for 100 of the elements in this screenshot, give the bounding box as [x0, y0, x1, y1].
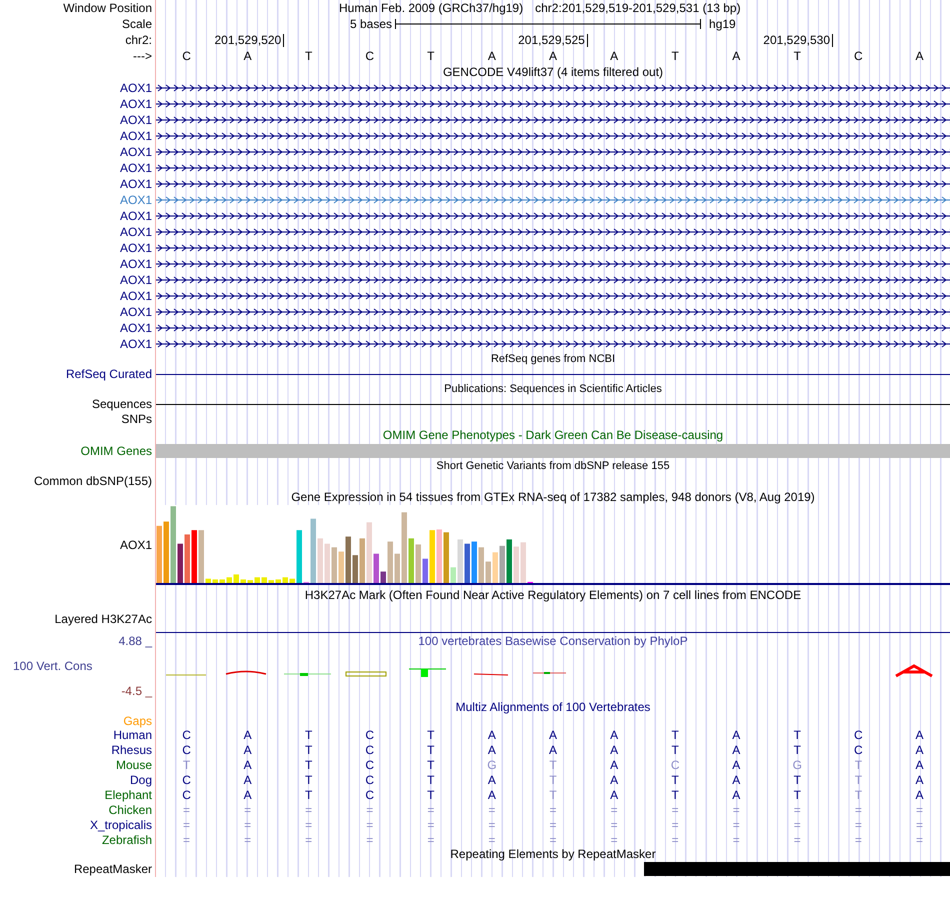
gene-label[interactable]: AOX1 [120, 98, 152, 110]
aligned-base: A [244, 744, 252, 756]
expression-bar [310, 518, 316, 583]
axis-max-label: 4.88 _ [118, 635, 152, 647]
aligned-base: T [671, 788, 679, 800]
gene-label[interactable]: AOX1 [120, 210, 152, 222]
aligned-base: = [488, 818, 496, 830]
track-label[interactable]: OMIM Genes [80, 444, 152, 456]
aligned-base: = [366, 834, 374, 846]
track-title: Repeating Elements by RepeatMasker [450, 848, 656, 860]
expression-bar [422, 558, 428, 583]
expression-bar [500, 546, 505, 583]
gene-label[interactable]: AOX1 [120, 162, 152, 174]
track-label[interactable]: Layered H3K27Ac [54, 613, 152, 625]
aligned-base: A [488, 728, 496, 740]
aligned-base: C [854, 744, 863, 756]
aligned-base: A [244, 788, 252, 800]
aligned-base: = [305, 804, 312, 816]
expression-bar [254, 577, 260, 583]
aligned-base: T [671, 774, 679, 786]
aligned-base: T [427, 728, 434, 740]
aligned-base: = [610, 818, 618, 830]
aligned-base: = [794, 834, 801, 846]
gene-label[interactable]: AOX1 [120, 258, 152, 270]
expression-bar [206, 578, 211, 583]
expression-bar [324, 544, 330, 583]
aligned-base: = [794, 818, 801, 830]
expression-bar [472, 542, 477, 583]
reference-base: A [244, 50, 252, 62]
aligned-base: C [182, 744, 191, 756]
strand-label[interactable]: ---> [133, 50, 152, 62]
expression-bar [492, 552, 498, 583]
axis-min-label: -4.5 _ [121, 685, 152, 697]
gene-label[interactable]: AOX1 [120, 130, 152, 142]
aligned-base: T [794, 774, 801, 786]
track-title: Gene Expression in 54 tissues from GTEx RNA-seq of 17382 samples, 948 donors (V8, Aug 2019) [291, 490, 815, 502]
species-label[interactable]: Mouse [116, 758, 152, 770]
track-label[interactable]: Common dbSNP(155) [34, 475, 152, 487]
aligned-base: T [305, 774, 312, 786]
aligned-base: = [794, 804, 801, 816]
coordinate-label: 201,529,530 [763, 34, 834, 46]
track-label[interactable]: 100 Vert. Cons [0, 660, 92, 672]
expression-bar [346, 536, 351, 583]
species-label[interactable]: Zebrafish [102, 834, 152, 846]
species-label[interactable]: Elephant [104, 788, 152, 800]
aligned-base: C [365, 788, 374, 800]
aligned-base: T [671, 728, 679, 740]
species-label[interactable]: Dog [130, 774, 152, 786]
gene-label[interactable]: AOX1 [120, 178, 152, 190]
expression-bar [240, 579, 246, 583]
track-title: H3K27Ac Mark (Often Found Near Active Regulatory Elements) on 7 cell lines from ENCODE [304, 589, 802, 601]
track-title: 100 vertebrates Basewise Conservation by PhyloP [418, 635, 688, 647]
expression-bar [408, 538, 414, 583]
conservation-wiggle [408, 668, 446, 677]
expression-bar [262, 577, 267, 583]
gene-label[interactable]: AOX1 [120, 322, 152, 334]
aligned-base: T [671, 744, 679, 756]
track-label[interactable]: AOX1 [120, 539, 152, 551]
gene-label[interactable]: AOX1 [120, 290, 152, 302]
expression-bar [486, 562, 491, 583]
gene-label[interactable]: AOX1 [120, 82, 152, 94]
species-label[interactable]: Chicken [108, 804, 152, 816]
track-label[interactable]: Sequences [92, 398, 152, 410]
aligned-base: A [732, 788, 740, 800]
track-label[interactable]: RefSeq Curated [66, 368, 152, 380]
aligned-base: = [854, 834, 862, 846]
gene-label[interactable]: AOX1 [120, 146, 152, 158]
gene-label[interactable]: AOX1 [120, 114, 152, 126]
conservation-wiggle [346, 672, 386, 676]
gene-label[interactable]: AOX1 [120, 338, 152, 350]
gene-label[interactable]: AOX1 [120, 194, 152, 206]
expression-bar [380, 572, 386, 583]
aligned-base: = [244, 834, 252, 846]
aligned-base: C [365, 758, 374, 770]
aligned-base: A [244, 728, 252, 740]
species-label[interactable]: X_tropicalis [90, 818, 152, 830]
expression-bar [520, 542, 526, 583]
track-label[interactable]: Scale [122, 18, 152, 30]
aligned-base: T [427, 774, 434, 786]
track-label[interactable]: SNPs [121, 413, 152, 425]
gene-label[interactable]: AOX1 [120, 242, 152, 254]
aligned-base: T [794, 788, 801, 800]
gene-label[interactable]: AOX1 [120, 306, 152, 318]
aligned-base: G [487, 758, 497, 770]
expression-bar [164, 522, 169, 583]
track-label[interactable]: chr2: [125, 34, 152, 46]
gene-label[interactable]: AOX1 [120, 226, 152, 238]
aligned-base: = [916, 804, 923, 816]
reference-base: T [427, 50, 434, 62]
aligned-base: A [732, 728, 740, 740]
aligned-base: = [672, 834, 679, 846]
track-label[interactable]: RepeatMasker [74, 863, 152, 875]
aligned-base: C [365, 774, 374, 786]
gene-label[interactable]: AOX1 [120, 274, 152, 286]
scale-text: 5 bases [350, 18, 392, 30]
track-label[interactable]: Window Position [63, 2, 152, 14]
aligned-base: T [549, 774, 557, 786]
species-label[interactable]: Rhesus [111, 744, 152, 756]
species-label[interactable]: Human [113, 728, 152, 740]
aligned-base: = [672, 818, 679, 830]
